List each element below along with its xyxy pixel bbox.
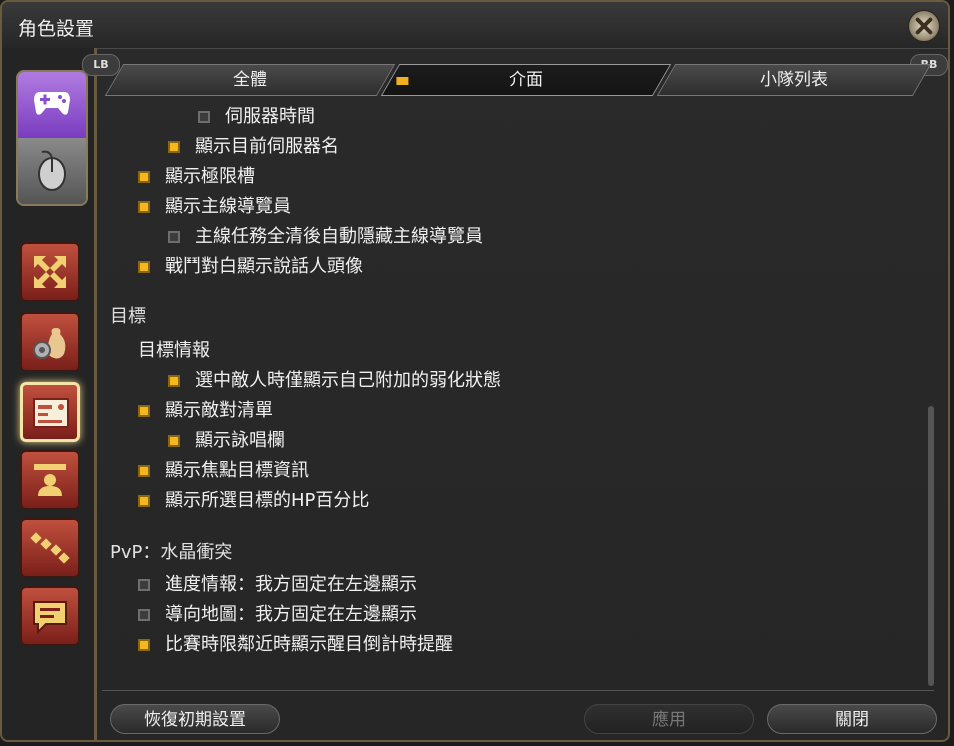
checkbox[interactable]: [168, 375, 180, 387]
checkbox[interactable]: [168, 141, 180, 153]
checkbox[interactable]: [138, 579, 150, 591]
title-bar: 角色設置: [2, 2, 948, 49]
checkbox[interactable]: [168, 435, 180, 447]
close-button[interactable]: 關閉: [767, 704, 937, 734]
ui-category-button[interactable]: [20, 382, 80, 442]
checkbox[interactable]: [138, 495, 150, 507]
chat-bubble-icon: [33, 601, 67, 635]
option-server-time[interactable]: 伺服器時間: [198, 102, 315, 128]
option-show-limit-gauge[interactable]: 顯示極限槽: [138, 162, 255, 188]
reset-defaults-button[interactable]: 恢復初期設置: [110, 704, 280, 734]
gamepad-icon: [34, 92, 70, 115]
subsection-target-info: 目標情報: [138, 340, 210, 361]
option-progress-info[interactable]: 進度情報：我方固定在左邊顯示: [138, 570, 417, 596]
tab-party-list[interactable]: 小隊列表: [656, 64, 932, 96]
option-show-server-name[interactable]: 顯示目前伺服器名: [168, 132, 339, 158]
section-target: 目標: [110, 306, 146, 327]
checkbox[interactable]: [138, 639, 150, 651]
checkbox[interactable]: [138, 201, 150, 213]
arrows-expand-icon: [34, 256, 66, 288]
interface-panel-icon: [33, 398, 69, 428]
option-hide-guide-after-complete[interactable]: 主線任務全清後自動隱藏主線導覽員: [168, 222, 483, 248]
option-match-end-countdown[interactable]: 比賽時限鄰近時顯示醒目倒計時提醒: [138, 630, 453, 656]
input-device-toggle[interactable]: [16, 70, 88, 206]
option-show-scenario-guide[interactable]: 顯示主線導覽員: [138, 192, 291, 218]
option-battle-dialog-portrait[interactable]: 戰鬥對白顯示說話人頭像: [138, 252, 363, 278]
tab-bar: 全體 介面 小隊列表: [98, 64, 944, 98]
checkbox[interactable]: [138, 171, 150, 183]
section-pvp: PvP：水晶衝突: [110, 542, 233, 563]
tab-party-list-label: 小隊列表: [760, 70, 828, 90]
hud-category-button[interactable]: [20, 242, 80, 302]
option-navigation-map[interactable]: 導向地圖：我方固定在左邊顯示: [138, 600, 417, 626]
tab-general-label: 全體: [233, 70, 267, 90]
checkbox[interactable]: [138, 261, 150, 273]
scrollbar[interactable]: [928, 406, 934, 686]
tab-interface[interactable]: 介面: [380, 64, 672, 96]
chat-category-button[interactable]: [20, 586, 80, 646]
character-config-window: 角色設置 LB 全體 介面 小隊列表 伺服器時間 顯示目前伺服器名 顯示極限槽 …: [0, 0, 950, 742]
option-show-own-debuffs-only[interactable]: 選中敵人時僅顯示自己附加的弱化狀態: [168, 366, 501, 392]
nameplate-category-button[interactable]: [20, 450, 80, 510]
checkbox[interactable]: [138, 465, 150, 477]
option-show-enmity-list[interactable]: 顯示敵對清單: [138, 396, 273, 422]
checkbox[interactable]: [138, 609, 150, 621]
dotted-path-icon: [30, 532, 70, 564]
gear-bag-icon: [33, 328, 66, 359]
party-category-button[interactable]: [20, 518, 80, 578]
tab-interface-label: 介面: [509, 70, 543, 90]
person-icon: [34, 464, 66, 496]
mouse-icon: [38, 150, 66, 191]
category-sidebar: [2, 48, 97, 740]
checkbox[interactable]: [198, 111, 210, 123]
tab-general[interactable]: 全體: [104, 64, 396, 96]
close-icon[interactable]: [908, 10, 940, 42]
checkbox[interactable]: [138, 405, 150, 417]
footer-divider: [102, 690, 934, 691]
apply-button[interactable]: 應用: [584, 704, 754, 734]
settings-scroll-area[interactable]: 伺服器時間 顯示目前伺服器名 顯示極限槽 顯示主線導覽員 主線任務全清後自動隱藏…: [98, 98, 928, 688]
gamepad-mode[interactable]: [18, 72, 86, 138]
option-show-focus-target[interactable]: 顯示焦點目標資訊: [138, 456, 309, 482]
window-title: 角色設置: [18, 18, 95, 40]
option-show-cast-bar[interactable]: 顯示詠唱欄: [168, 426, 285, 452]
option-show-target-hp-percent[interactable]: 顯示所選目標的HP百分比: [138, 486, 369, 512]
mouse-mode[interactable]: [18, 138, 86, 204]
item-settings-category-button[interactable]: [20, 312, 80, 372]
checkbox[interactable]: [168, 231, 180, 243]
